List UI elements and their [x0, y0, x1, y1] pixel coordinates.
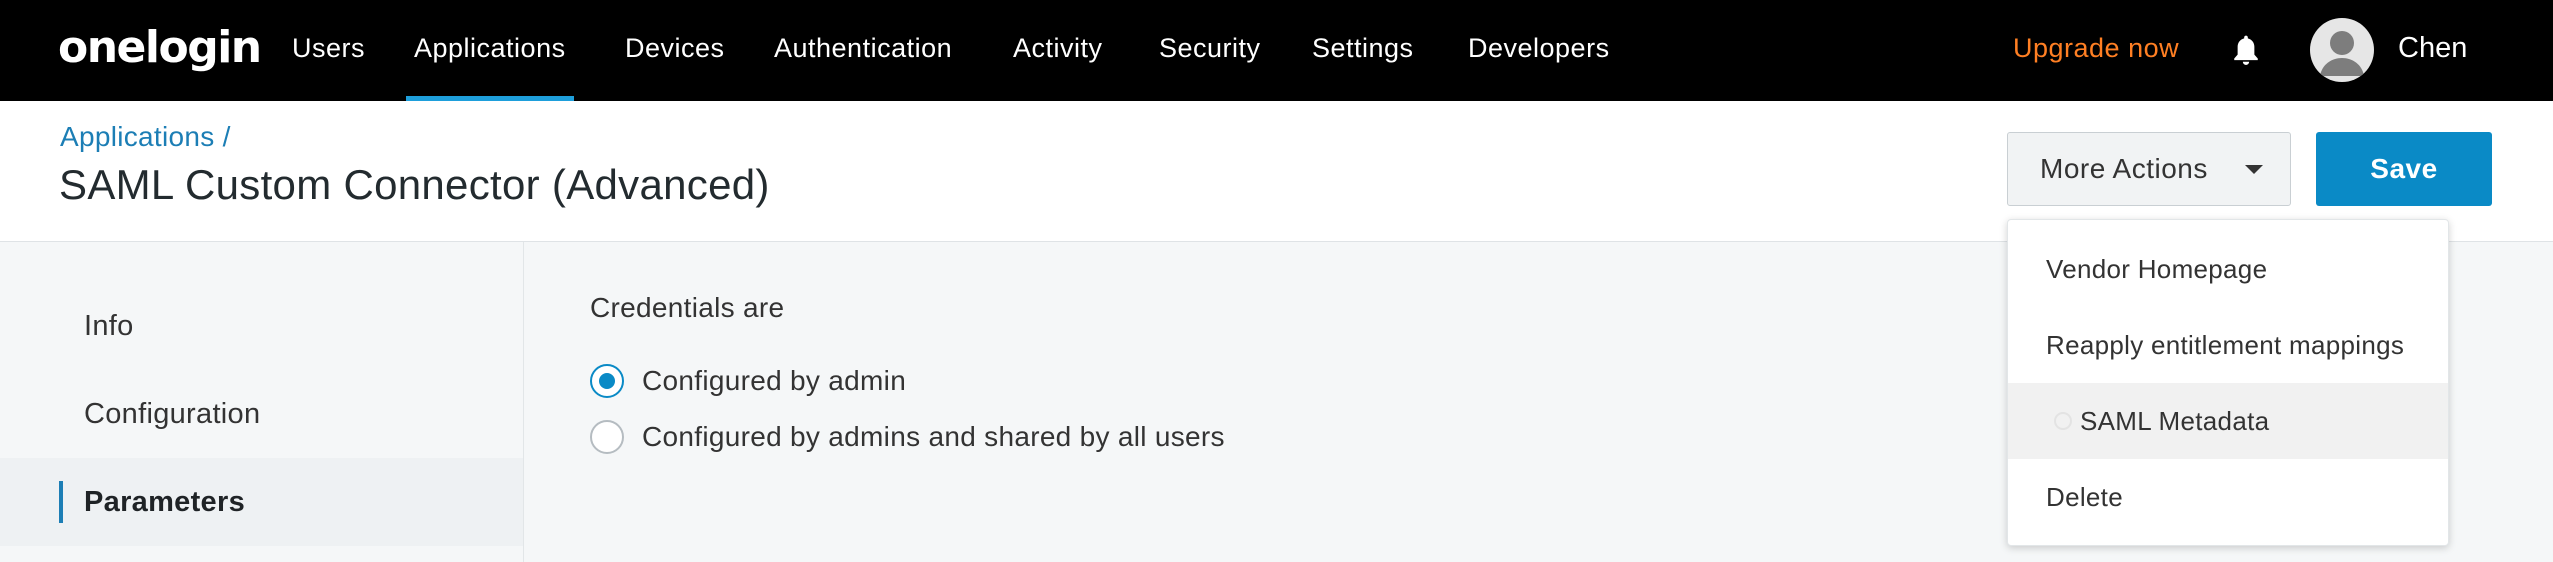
sidebar-item-configuration[interactable]: Configuration: [0, 370, 523, 458]
sidebar: Info Configuration Parameters: [0, 242, 524, 562]
radio-label: Configured by admin: [642, 365, 907, 396]
menu-item-delete[interactable]: Delete: [2008, 459, 2448, 535]
avatar-icon[interactable]: [2310, 18, 2374, 82]
radio-checked-icon[interactable]: [590, 364, 624, 398]
nav-activity[interactable]: Activity: [1013, 0, 1103, 101]
nav-authentication[interactable]: Authentication: [774, 0, 952, 101]
menu-item-label: SAML Metadata: [2080, 406, 2270, 436]
top-navigation-bar: onelogin Users Applications Devices Auth…: [0, 0, 2553, 101]
loading-spinner-icon: [2054, 412, 2072, 430]
page-title: SAML Custom Connector (Advanced): [59, 161, 770, 208]
radio-unchecked-icon[interactable]: [590, 420, 624, 454]
nav-developers[interactable]: Developers: [1468, 0, 1610, 101]
more-actions-button[interactable]: More Actions: [2007, 132, 2291, 206]
breadcrumb: Applications /: [60, 121, 231, 153]
save-button[interactable]: Save: [2316, 132, 2492, 206]
caret-down-icon: [2245, 165, 2263, 174]
radio-label: Configured by admins and shared by all u…: [642, 421, 1225, 452]
nav-devices[interactable]: Devices: [625, 0, 725, 101]
breadcrumb-applications-link[interactable]: Applications: [60, 121, 215, 152]
upgrade-now-link[interactable]: Upgrade now: [2013, 0, 2179, 101]
bell-icon[interactable]: [2230, 33, 2262, 67]
nav-applications[interactable]: Applications: [406, 0, 574, 101]
nav-settings[interactable]: Settings: [1312, 0, 1414, 101]
more-actions-label: More Actions: [2040, 153, 2208, 184]
nav-users[interactable]: Users: [292, 0, 365, 101]
breadcrumb-separator: /: [214, 121, 231, 152]
credentials-label: Credentials are: [590, 292, 785, 323]
sidebar-item-parameters[interactable]: Parameters: [0, 458, 523, 546]
onelogin-logo[interactable]: onelogin: [58, 18, 262, 78]
more-actions-dropdown: Vendor Homepage Reapply entitlement mapp…: [2007, 219, 2449, 546]
menu-item-saml-metadata[interactable]: SAML Metadata: [2008, 383, 2448, 459]
user-name[interactable]: Chen: [2398, 0, 2467, 97]
nav-security[interactable]: Security: [1159, 0, 1261, 101]
sidebar-item-info[interactable]: Info: [0, 282, 523, 370]
menu-item-vendor-homepage[interactable]: Vendor Homepage: [2008, 231, 2448, 307]
menu-item-reapply-entitlement-mappings[interactable]: Reapply entitlement mappings: [2008, 307, 2448, 383]
